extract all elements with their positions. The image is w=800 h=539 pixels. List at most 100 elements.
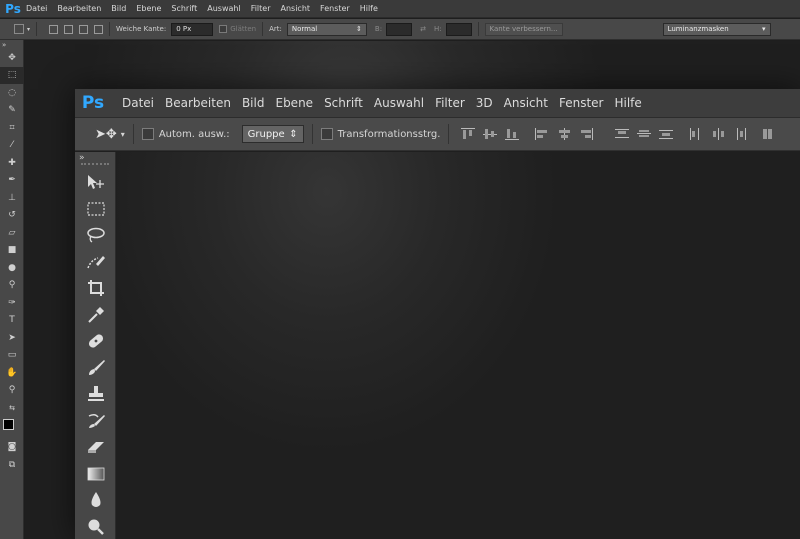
auto-align-icon[interactable] bbox=[759, 124, 781, 144]
pen-tool-icon[interactable]: ✑ bbox=[0, 294, 24, 312]
gradient-tool-icon[interactable]: ■ bbox=[0, 242, 24, 260]
height-input[interactable] bbox=[445, 22, 472, 36]
refine-edge-button[interactable]: Kante verbessern... bbox=[484, 22, 563, 36]
menu-bearbeiten[interactable]: Bearbeiten bbox=[165, 96, 231, 110]
width-label: B: bbox=[374, 25, 383, 33]
menu-hilfe[interactable]: Hilfe bbox=[614, 96, 641, 110]
menu-schrift[interactable]: Schrift bbox=[171, 4, 197, 13]
auto-select-target-select[interactable]: Gruppe ⇕ bbox=[241, 125, 304, 143]
transform-controls-checkbox[interactable] bbox=[320, 128, 333, 140]
antialias-checkbox[interactable] bbox=[219, 25, 228, 33]
brush-tool-icon[interactable]: ✒ bbox=[0, 172, 24, 190]
swap-colors-icon[interactable]: ⇆ bbox=[0, 399, 24, 417]
menu-ansicht[interactable]: Ansicht bbox=[281, 4, 311, 13]
crop-tool-icon[interactable] bbox=[75, 275, 116, 302]
shape-tool-icon[interactable]: ▭ bbox=[0, 347, 24, 365]
style-label: Art: bbox=[269, 25, 282, 33]
workspace-select[interactable]: Luminanzmasken ▾ bbox=[662, 22, 771, 36]
healing-brush-tool-icon[interactable]: ✚ bbox=[0, 154, 24, 172]
history-brush-tool-icon[interactable] bbox=[75, 408, 116, 435]
crop-tool-icon[interactable]: ⌗ bbox=[0, 119, 24, 137]
menu-ebene[interactable]: Ebene bbox=[275, 96, 313, 110]
lasso-tool-icon[interactable]: ◌ bbox=[0, 84, 24, 102]
foreground-color-swatch[interactable] bbox=[3, 418, 14, 430]
stamp-tool-icon[interactable] bbox=[75, 381, 116, 408]
menu-fenster[interactable]: Fenster bbox=[559, 96, 604, 110]
preset-dropdown-icon[interactable]: ▾ bbox=[121, 130, 125, 139]
style-select[interactable]: Normal ⇕ bbox=[286, 22, 367, 36]
lasso-tool-icon[interactable] bbox=[75, 222, 116, 249]
move-tool-icon[interactable]: ✥ bbox=[0, 49, 24, 67]
align-right-icon[interactable] bbox=[575, 124, 597, 144]
preset-dropdown-icon[interactable]: ▾ bbox=[27, 26, 30, 33]
distribute-bottom-icon[interactable] bbox=[655, 124, 677, 144]
eraser-tool-icon[interactable] bbox=[75, 434, 116, 461]
collapse-panel-icon[interactable]: » bbox=[0, 40, 23, 49]
blur-tool-icon[interactable] bbox=[75, 487, 116, 514]
dodge-tool-icon[interactable] bbox=[75, 514, 116, 539]
menu-datei[interactable]: Datei bbox=[122, 96, 154, 110]
healing-brush-tool-icon[interactable] bbox=[75, 328, 116, 355]
new-selection-icon[interactable] bbox=[49, 24, 59, 34]
menu-ansicht[interactable]: Ansicht bbox=[504, 96, 548, 110]
menu-auswahl[interactable]: Auswahl bbox=[374, 96, 424, 110]
align-bottom-icon[interactable] bbox=[501, 124, 523, 144]
menu-ebene[interactable]: Ebene bbox=[136, 4, 161, 13]
eyedropper-tool-icon[interactable]: ⁄ bbox=[0, 137, 24, 155]
distribute-top-icon[interactable] bbox=[611, 124, 633, 144]
menu-bild[interactable]: Bild bbox=[111, 4, 126, 13]
quick-mask-icon[interactable]: ◙ bbox=[0, 439, 24, 457]
color-swatches[interactable] bbox=[0, 417, 24, 439]
width-input[interactable] bbox=[386, 22, 413, 36]
align-vcenter-icon[interactable] bbox=[479, 124, 501, 144]
menu-filter[interactable]: Filter bbox=[435, 96, 465, 110]
menubar: Ps Datei Bearbeiten Bild Ebene Schrift A… bbox=[75, 89, 800, 118]
bg-menubar: Ps Datei Bearbeiten Bild Ebene Schrift A… bbox=[0, 0, 800, 18]
feather-input[interactable]: 0 Px bbox=[171, 22, 214, 36]
menu-schrift[interactable]: Schrift bbox=[324, 96, 363, 110]
antialias-toggle[interactable]: Glätten bbox=[219, 25, 256, 33]
zoomed-photoshop-window: Ps Datei Bearbeiten Bild Ebene Schrift A… bbox=[75, 89, 800, 539]
swap-dimensions-icon[interactable]: ⇄ bbox=[420, 25, 426, 33]
brush-tool-icon[interactable] bbox=[75, 355, 116, 382]
menu-filter[interactable]: Filter bbox=[251, 4, 271, 13]
marquee-tool-icon[interactable] bbox=[75, 196, 116, 223]
path-select-tool-icon[interactable]: ➤ bbox=[0, 329, 24, 347]
menu-datei[interactable]: Datei bbox=[26, 4, 47, 13]
dodge-tool-icon[interactable]: ⚲ bbox=[0, 277, 24, 295]
intersect-selection-icon[interactable] bbox=[94, 24, 104, 34]
menu-hilfe[interactable]: Hilfe bbox=[360, 4, 378, 13]
distribute-vcenter-icon[interactable] bbox=[633, 124, 655, 144]
marquee-preset-icon[interactable] bbox=[14, 24, 24, 34]
distribute-left-icon[interactable] bbox=[685, 124, 707, 144]
quick-select-tool-icon[interactable]: ✎ bbox=[0, 102, 24, 120]
move-tool-icon[interactable] bbox=[75, 169, 116, 196]
type-tool-icon[interactable]: T bbox=[0, 312, 24, 330]
align-left-icon[interactable] bbox=[531, 124, 553, 144]
hand-tool-icon[interactable]: ✋ bbox=[0, 364, 24, 382]
auto-select-checkbox[interactable] bbox=[141, 128, 154, 140]
move-tool-preset-icon[interactable]: ➤✥ bbox=[95, 127, 117, 142]
zoom-tool-icon[interactable]: ⚲ bbox=[0, 382, 24, 400]
gradient-tool-icon[interactable] bbox=[75, 461, 116, 488]
eraser-tool-icon[interactable]: ▱ bbox=[0, 224, 24, 242]
align-hcenter-icon[interactable] bbox=[553, 124, 575, 144]
blur-tool-icon[interactable]: ● bbox=[0, 259, 24, 277]
screen-mode-icon[interactable]: ⧉ bbox=[0, 456, 24, 474]
distribute-hcenter-icon[interactable] bbox=[707, 124, 729, 144]
quick-select-tool-icon[interactable] bbox=[75, 249, 116, 276]
eyedropper-tool-icon[interactable] bbox=[75, 302, 116, 329]
menu-fenster[interactable]: Fenster bbox=[320, 4, 350, 13]
marquee-tool-icon[interactable]: ⬚ bbox=[0, 66, 24, 84]
menu-auswahl[interactable]: Auswahl bbox=[207, 4, 240, 13]
menu-bild[interactable]: Bild bbox=[242, 96, 265, 110]
add-selection-icon[interactable] bbox=[64, 24, 74, 34]
subtract-selection-icon[interactable] bbox=[79, 24, 89, 34]
collapse-panel-icon[interactable]: » bbox=[75, 152, 115, 163]
menu-bearbeiten[interactable]: Bearbeiten bbox=[57, 4, 101, 13]
stamp-tool-icon[interactable]: ⊥ bbox=[0, 189, 24, 207]
menu-3d[interactable]: 3D bbox=[476, 96, 493, 110]
distribute-right-icon[interactable] bbox=[729, 124, 751, 144]
history-brush-tool-icon[interactable]: ↺ bbox=[0, 207, 24, 225]
align-top-icon[interactable] bbox=[457, 124, 479, 144]
